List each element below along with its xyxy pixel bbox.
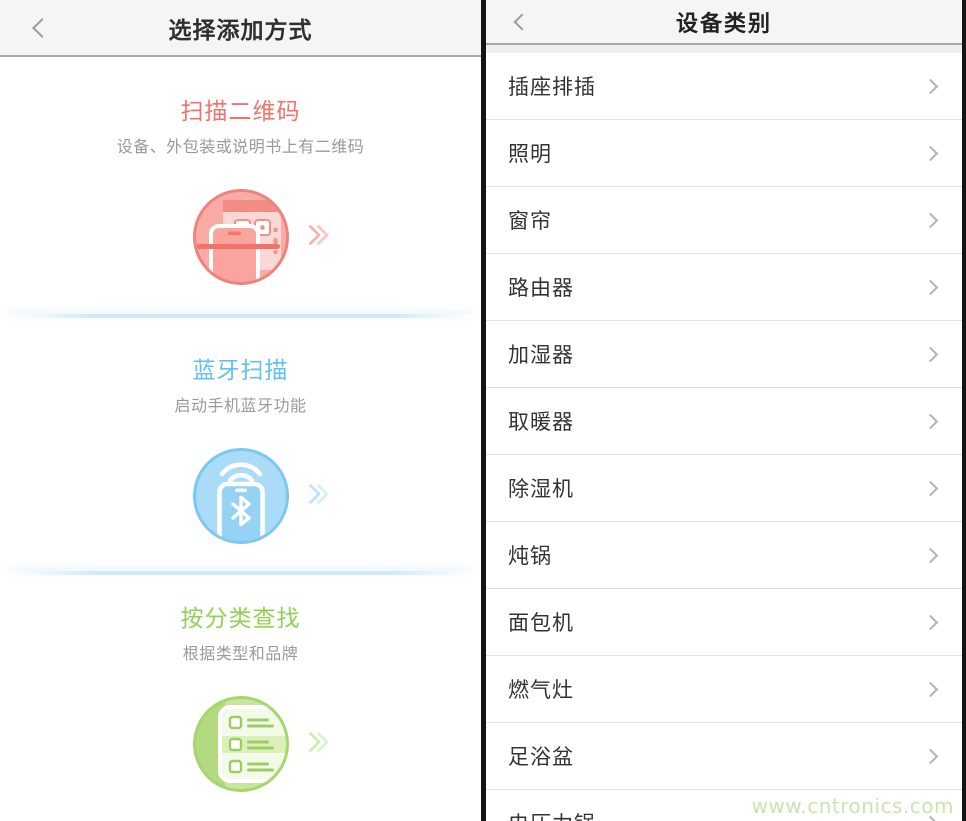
option-subtitle: 启动手机蓝牙功能	[0, 394, 481, 418]
qr-scan-phone-icon[interactable]	[189, 185, 293, 289]
device-category-row[interactable]: 炖锅	[486, 522, 962, 589]
chevron-right-icon	[923, 78, 939, 94]
category-checklist-icon[interactable]	[189, 692, 293, 796]
device-category-label: 面包机	[508, 607, 925, 637]
device-category-label: 燃气灶	[508, 674, 925, 704]
option-scan-qr[interactable]: 扫描二维码 设备、外包装或说明书上有二维码	[0, 57, 481, 318]
chevron-right-icon	[923, 547, 939, 563]
double-chevron-right-icon	[303, 228, 326, 247]
option-title: 扫描二维码	[0, 95, 481, 129]
right-header: 设备类别	[486, 0, 962, 45]
device-category-row[interactable]: 加湿器	[486, 321, 962, 388]
chevron-left-icon	[32, 18, 52, 38]
device-category-row[interactable]: 面包机	[486, 589, 962, 656]
device-category-label: 取暖器	[508, 406, 925, 436]
device-category-row[interactable]: 燃气灶	[486, 656, 962, 723]
device-category-label: 足浴盆	[508, 741, 925, 771]
chevron-right-icon	[923, 614, 939, 630]
chevron-left-icon	[514, 13, 531, 30]
chevron-right-icon	[923, 748, 939, 764]
device-category-row[interactable]: 除湿机	[486, 455, 962, 522]
option-subtitle: 设备、外包装或说明书上有二维码	[0, 135, 481, 159]
chevron-right-icon	[923, 279, 939, 295]
add-method-options: 扫描二维码 设备、外包装或说明书上有二维码	[0, 57, 481, 821]
screenshot-stage: 选择添加方式 扫描二维码 设备、外包装或说明书上有二维码	[0, 0, 966, 821]
chevron-right-icon	[923, 346, 939, 362]
option-title: 按分类查找	[0, 602, 481, 636]
double-chevron-right-icon	[303, 735, 326, 754]
option-bluetooth-scan[interactable]: 蓝牙扫描 启动手机蓝牙功能	[0, 318, 481, 575]
chevron-right-icon	[923, 145, 939, 161]
device-category-label: 炖锅	[508, 540, 925, 570]
left-header: 选择添加方式	[0, 0, 481, 57]
chevron-right-icon	[923, 681, 939, 697]
option-find-by-category[interactable]: 按分类查找 根据类型和品牌	[0, 575, 481, 821]
chevron-right-icon	[923, 413, 939, 429]
device-category-label: 路由器	[508, 272, 925, 302]
chevron-right-icon	[923, 212, 939, 228]
device-category-label: 插座排插	[508, 71, 925, 101]
device-category-label: 照明	[508, 138, 925, 168]
device-category-label: 除湿机	[508, 473, 925, 503]
page-title: 选择添加方式	[169, 11, 313, 45]
screen-add-method: 选择添加方式 扫描二维码 设备、外包装或说明书上有二维码	[0, 0, 481, 821]
chevron-right-icon	[923, 480, 939, 496]
bluetooth-phone-icon[interactable]	[189, 444, 293, 548]
device-category-label: 窗帘	[508, 205, 925, 235]
device-category-row[interactable]: 窗帘	[486, 187, 962, 254]
device-category-row[interactable]: 照明	[486, 120, 962, 187]
header-gap	[486, 45, 962, 53]
device-category-label: 加湿器	[508, 339, 925, 369]
device-list: 插座排插 照明 窗帘 路由器 加湿器 取暖器 除湿机 炖锅 面包机 燃气灶 足浴	[486, 53, 962, 821]
device-category-row[interactable]: 足浴盆	[486, 723, 962, 790]
double-chevron-right-icon	[303, 487, 326, 506]
device-category-row[interactable]: 插座排插	[486, 53, 962, 120]
device-category-row[interactable]: 路由器	[486, 254, 962, 321]
back-button[interactable]	[504, 7, 534, 37]
option-title: 蓝牙扫描	[0, 354, 481, 388]
watermark: www.cntronics.com	[752, 794, 954, 818]
screen-device-category: 设备类别 插座排插 照明 窗帘 路由器 加湿器 取暖器 除湿机 炖锅 面包机	[486, 0, 966, 821]
device-category-row[interactable]: 取暖器	[486, 388, 962, 455]
page-title: 设备类别	[676, 6, 772, 38]
option-subtitle: 根据类型和品牌	[0, 642, 481, 666]
back-button[interactable]	[24, 13, 54, 43]
